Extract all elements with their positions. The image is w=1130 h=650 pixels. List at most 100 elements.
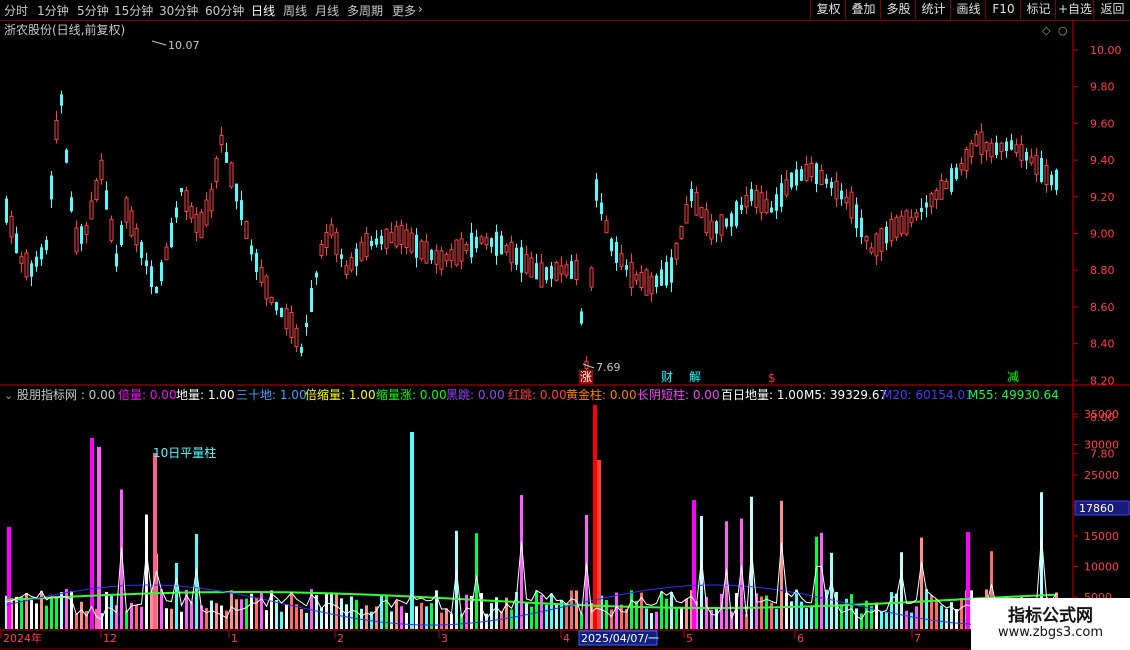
candle-body-up [719, 214, 724, 236]
volume-bar [550, 593, 553, 629]
candle-body-down [855, 204, 858, 229]
overlay-button[interactable]: 叠加 [845, 0, 881, 19]
expand-arrow-icon[interactable]: ⌄ [4, 389, 13, 402]
add-watchlist-button[interactable]: +自选 [1055, 0, 1094, 19]
dividend-mark[interactable]: $ [768, 371, 776, 385]
period-tab-30min[interactable]: 30分钟 [159, 2, 198, 19]
mark-button[interactable]: 标记 [1020, 0, 1056, 19]
candle-body-down [750, 189, 753, 201]
date-label: 2 [337, 632, 344, 645]
candle-body-up [214, 157, 219, 183]
indicator-legend-item: 倍量: 0.00 [118, 387, 177, 402]
candle-body-up [634, 274, 639, 281]
unlock-mark[interactable]: 解 [689, 370, 701, 384]
period-tab-60min[interactable]: 60分钟 [205, 2, 244, 19]
fuquan-button[interactable]: 复权 [810, 0, 846, 19]
volume-bar [815, 536, 818, 629]
volume-bar [715, 608, 718, 629]
volume-bar [655, 611, 658, 629]
period-tab-multi[interactable]: 多周期 [347, 2, 383, 19]
candle-body-up [539, 262, 544, 288]
candle-body-up [849, 191, 854, 219]
indicator-legend-item: 黄金柱: 0.00 [566, 387, 637, 402]
candle-body-down [780, 183, 783, 207]
volume-bar [910, 612, 913, 629]
candle-body-up [589, 267, 594, 288]
multi-stock-button[interactable]: 多股 [880, 0, 916, 19]
candle-body-up [904, 210, 909, 235]
indicator-legend-item: M5: 39329.67 [804, 388, 887, 402]
date-label: 6 [797, 632, 804, 645]
candle-body-up [944, 181, 949, 189]
limit-up-mark[interactable]: 涨 [580, 369, 592, 384]
candle-body-up [259, 266, 264, 284]
period-tab-monthly[interactable]: 月线 [315, 2, 339, 19]
candle-body-up [394, 225, 399, 247]
volume-bar [940, 605, 943, 629]
period-tab-fenshi[interactable]: 分时 [4, 2, 28, 19]
date-label: 4 [563, 632, 570, 645]
back-button[interactable]: 返回 [1093, 0, 1130, 19]
volume-bar [125, 610, 128, 629]
period-tab-15min[interactable]: 15分钟 [114, 2, 153, 19]
candle-body-down [490, 238, 493, 247]
diamond-icon[interactable]: ◇ [1042, 24, 1051, 37]
candle-body-down [145, 260, 148, 267]
stock-title: 浙农股份(日线,前复权) [4, 22, 125, 37]
volume-bar [40, 590, 43, 629]
volume-bar [145, 514, 148, 629]
draw-line-button[interactable]: 画线 [950, 0, 986, 19]
financial-mark[interactable]: 财 [661, 370, 673, 384]
price-tick-label: 8.80 [1090, 264, 1115, 277]
volume-bar [380, 595, 383, 629]
candle-body-up [184, 190, 189, 213]
price-tick-label: 10.00 [1090, 44, 1122, 57]
candle-body-down [35, 256, 38, 267]
candle-body-down [40, 247, 43, 260]
candle-body-down [500, 235, 503, 255]
volume-bar [175, 562, 178, 629]
period-tab-5min[interactable]: 5分钟 [77, 2, 109, 19]
candle-body-down [415, 234, 418, 258]
candle-body-down [660, 269, 663, 286]
candle-body-up [1019, 144, 1024, 161]
period-tab-1min[interactable]: 1分钟 [37, 2, 69, 19]
candle-body-down [920, 207, 923, 213]
volume-bar [580, 613, 583, 629]
settings-circle-icon[interactable]: ○ [1058, 24, 1068, 37]
f10-button[interactable]: F10 [985, 0, 1021, 19]
kline-chart[interactable]: 浙农股份(日线,前复权) ◇ ○ 10.00 9.80 9.60 9.40 9.20 9.… [0, 20, 1130, 650]
candle-body-up [699, 207, 704, 218]
chevron-right-icon[interactable]: › [418, 2, 423, 16]
candle-body-down [180, 187, 183, 193]
high-price-label: 10.07 [168, 39, 200, 52]
reduce-holding-mark[interactable]: 减 [1007, 370, 1019, 384]
candle-body-up [404, 229, 409, 249]
indicator-legend-item: 地量: 1.00 [176, 388, 235, 402]
candle-body-up [364, 232, 369, 258]
statistics-button[interactable]: 统计 [915, 0, 951, 19]
candle-body-up [754, 189, 759, 208]
period-tab-weekly[interactable]: 周线 [283, 2, 307, 19]
indicator-legend-item: 缩量涨: 0.00 [376, 387, 447, 402]
volume-bar [660, 591, 663, 629]
candle-body-up [564, 264, 569, 276]
candle-body-down [1055, 169, 1058, 191]
volume-bar [80, 601, 83, 629]
candle-body-down [690, 189, 693, 201]
period-toolbar: 分时 1分钟 5分钟 15分钟 30分钟 60分钟 日线 周线 月线 多周期 更… [0, 0, 1130, 21]
candle-body-up [554, 261, 559, 281]
period-tab-more[interactable]: 更多 [392, 2, 416, 19]
volume-bar [880, 611, 883, 629]
candle-body-up [644, 269, 649, 296]
volume-bar [215, 603, 218, 629]
candle-body-up [84, 224, 89, 236]
volume-bar [295, 604, 298, 629]
period-tab-daily[interactable]: 日线 [251, 2, 275, 19]
date-label: 1 [231, 632, 238, 645]
volume-bar-peak [90, 438, 94, 629]
candle-body-up [54, 119, 59, 141]
volume-bar [855, 608, 858, 629]
candle-body-down [535, 263, 538, 280]
cursor-date: 2025/04/07/一 [581, 632, 659, 645]
